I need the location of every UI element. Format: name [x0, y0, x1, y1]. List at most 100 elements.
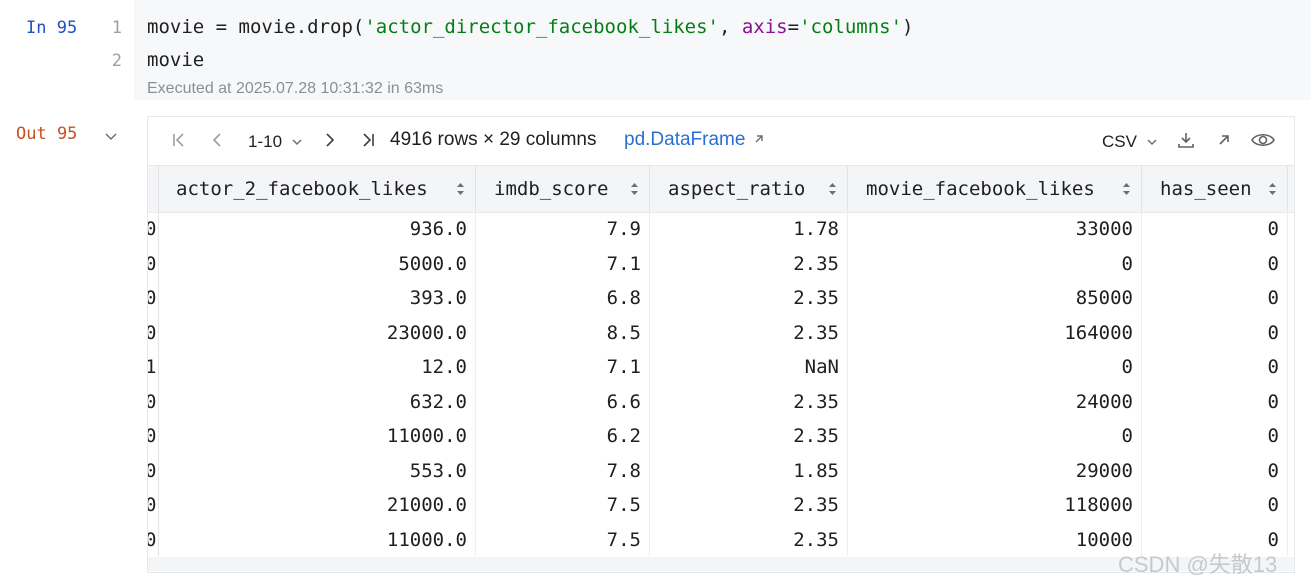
table-cell: 1.85: [650, 453, 848, 488]
dataframe-type-label: pd.DataFrame: [624, 129, 746, 150]
table-cell: 2.35: [650, 281, 848, 316]
table-row: 05000.07.12.3500: [148, 246, 1294, 282]
dataframe-viewer: 1-10 4916 rows × 29 columns pd.DataFrame…: [147, 116, 1295, 573]
partial-cell-value: 0: [148, 247, 156, 282]
eye-icon[interactable]: [1250, 131, 1276, 154]
table-cell: 12.0: [158, 350, 476, 385]
download-icon[interactable]: [1176, 130, 1196, 155]
table-cell: 118000: [848, 488, 1142, 523]
output-cell-label: Out 95: [16, 124, 78, 144]
watermark: CSDN @失散13: [1118, 552, 1278, 577]
table-cell: 29000: [848, 453, 1142, 488]
table-cell: 0: [1142, 212, 1288, 247]
column-header-label: has_seen: [1160, 178, 1252, 200]
table-cell: 553.0: [158, 453, 476, 488]
table-cell: 2.35: [650, 384, 848, 419]
table-cell: 2.35: [650, 488, 848, 523]
partial-cell-value: 1: [148, 350, 156, 385]
partial-cell-value: 0: [148, 281, 156, 316]
table-row: 0936.07.91.78330000: [148, 212, 1294, 247]
table-row: 0553.07.81.85290000: [148, 453, 1294, 489]
table-cell: 0: [1142, 315, 1288, 350]
export-format-select[interactable]: CSV: [1102, 132, 1158, 152]
column-header-label: actor_2_facebook_likes: [176, 178, 428, 200]
table-cell: 2.35: [650, 522, 848, 556]
dataframe-type-link[interactable]: pd.DataFrame: [624, 129, 765, 151]
table-cell: 5000.0: [158, 246, 476, 281]
table-header: actor_2_facebook_likes imdb_score aspect_r…: [148, 166, 1294, 213]
table-cell: 7.9: [476, 212, 650, 247]
table-cell: 6.8: [476, 281, 650, 316]
next-page-icon[interactable]: [321, 131, 339, 154]
table-cell: 0: [1142, 488, 1288, 523]
table-cell: 6.2: [476, 419, 650, 454]
table-cell: 11000.0: [158, 419, 476, 454]
page-range-select[interactable]: 1-10: [248, 132, 303, 152]
code-token: 'actor_director_facebook_likes': [364, 16, 719, 38]
open-in-new-icon[interactable]: [1216, 132, 1232, 153]
line-number: 1: [111, 18, 122, 38]
partial-cell-value: 0: [148, 385, 156, 420]
last-page-icon[interactable]: [359, 131, 377, 154]
table-cell: 21000.0: [158, 488, 476, 523]
partial-cell-value: 0: [148, 316, 156, 351]
code-token: axis: [741, 16, 788, 38]
table-row: 112.07.1NaN00: [148, 350, 1294, 385]
code-token: ): [902, 16, 914, 38]
page-range-label: 1-10: [248, 132, 283, 151]
table-cell: 0: [1142, 246, 1288, 281]
table-cell: 2.35: [650, 246, 848, 281]
column-header[interactable]: actor_2_facebook_likes: [158, 166, 476, 212]
export-format-label: CSV: [1102, 132, 1137, 151]
code-line[interactable]: movie = movie.drop('actor_director_faceb…: [147, 16, 913, 38]
collapse-output-icon[interactable]: [104, 130, 118, 144]
table-cell: 7.1: [476, 246, 650, 281]
partial-cell-value: 0: [148, 454, 156, 489]
column-header-label: imdb_score: [494, 178, 609, 200]
table-cell: 0: [1142, 419, 1288, 454]
column-header[interactable]: movie_facebook_likes: [848, 166, 1142, 212]
input-cell-label: In 95: [26, 18, 78, 38]
table-cell: 393.0: [158, 281, 476, 316]
dataframe-table: actor_2_facebook_likes imdb_score aspect_r…: [148, 166, 1294, 556]
table-cell: 0: [1142, 281, 1288, 316]
execution-status: Executed at 2025.07.28 10:31:32 in 63ms: [147, 80, 444, 97]
table-cell: 7.8: [476, 453, 650, 488]
partial-cell-value: 0: [148, 523, 156, 557]
first-page-icon[interactable]: [170, 131, 188, 154]
table-row: 023000.08.52.351640000: [148, 315, 1294, 351]
table-cell: NaN: [650, 350, 848, 385]
column-header[interactable]: aspect_ratio: [650, 166, 848, 212]
table-cell: 632.0: [158, 384, 476, 419]
table-cell: 936.0: [158, 212, 476, 247]
prev-page-icon[interactable]: [208, 131, 226, 154]
table-row: 011000.06.22.3500: [148, 419, 1294, 454]
code-line[interactable]: movie: [147, 49, 204, 71]
table-cell: 8.5: [476, 315, 650, 350]
partial-cell-value: 0: [148, 488, 156, 523]
column-header-label: movie_facebook_likes: [866, 178, 1095, 200]
table-row: 021000.07.52.351180000: [148, 488, 1294, 523]
table-cell: 10000: [848, 522, 1142, 556]
table-cell: 11000.0: [158, 522, 476, 556]
table-cell: 0: [1142, 384, 1288, 419]
partial-cell-value: 0: [148, 419, 156, 454]
code-token: 'columns': [799, 16, 903, 38]
dataframe-toolbar: 1-10 4916 rows × 29 columns pd.DataFrame…: [148, 117, 1294, 166]
table-cell: 0: [848, 246, 1142, 281]
table-cell: 6.6: [476, 384, 650, 419]
table-cell: 7.5: [476, 522, 650, 556]
code-token: ,: [718, 16, 742, 38]
dataframe-summary: 4916 rows × 29 columns: [390, 129, 597, 150]
table-cell: 164000: [848, 315, 1142, 350]
table-row: 0393.06.82.35850000: [148, 281, 1294, 316]
line-number: 2: [111, 51, 122, 71]
table-cell: 24000: [848, 384, 1142, 419]
column-header-label: aspect_ratio: [668, 178, 806, 200]
table-cell: 0: [848, 350, 1142, 385]
table-cell: 7.5: [476, 488, 650, 523]
table-cell: 23000.0: [158, 315, 476, 350]
column-header[interactable]: imdb_score: [476, 166, 650, 212]
column-header[interactable]: has_seen: [1142, 166, 1288, 212]
table-cell: 0: [848, 419, 1142, 454]
